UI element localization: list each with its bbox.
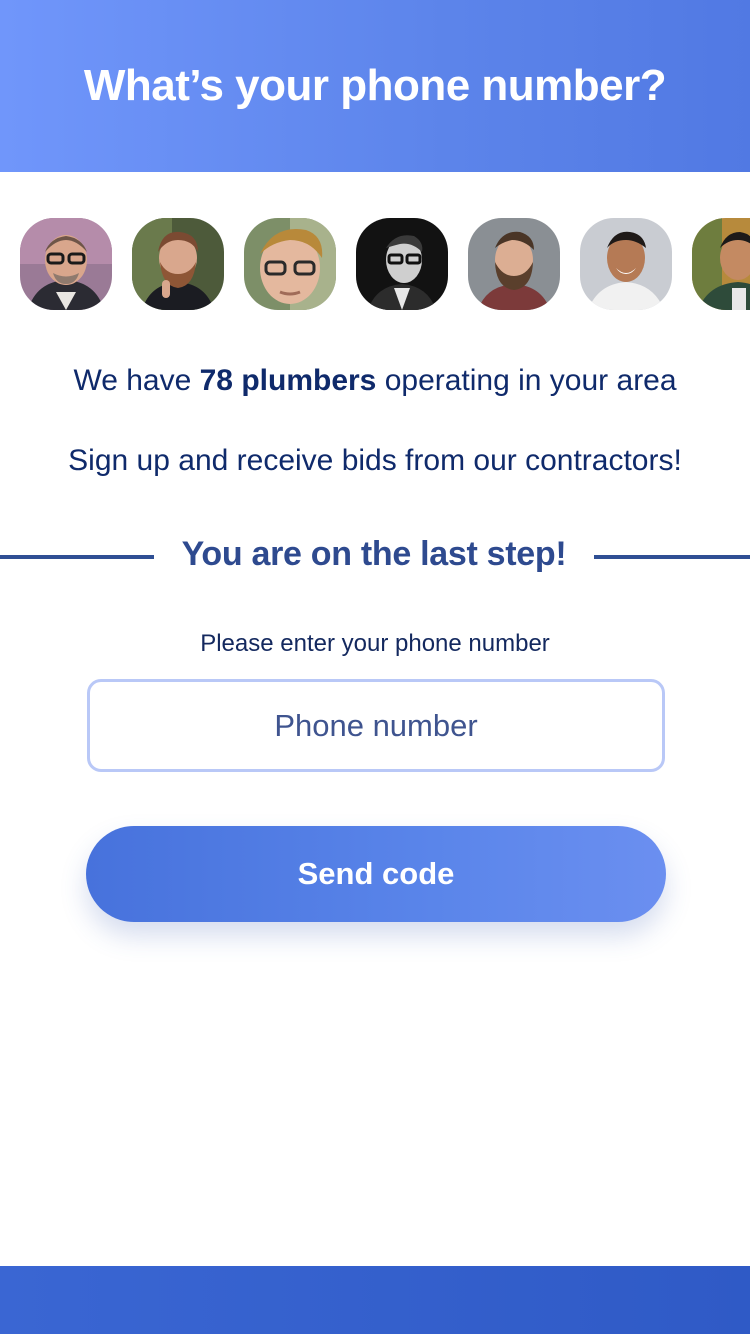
plumber-count-suffix: operating in your area xyxy=(376,364,677,397)
signup-text: Sign up and receive bids from our contra… xyxy=(68,444,682,477)
contractor-avatar-7 xyxy=(692,218,750,310)
last-step-title: You are on the last step! xyxy=(181,535,567,573)
contractor-avatar-3 xyxy=(244,218,336,310)
header: What’s your phone number? xyxy=(0,0,750,172)
plumber-count-highlight: 78 plumbers xyxy=(199,364,377,397)
contractor-avatar-4 xyxy=(356,218,448,310)
plumber-count-prefix: We have xyxy=(73,364,200,397)
phone-number-input[interactable] xyxy=(87,679,665,772)
contractor-avatar-strip xyxy=(20,218,750,310)
send-code-button[interactable]: Send code xyxy=(86,826,666,922)
page-title: What’s your phone number? xyxy=(83,61,667,110)
contractor-avatar-5 xyxy=(468,218,560,310)
plumber-count-text: We have 78 plumbers operating in your ar… xyxy=(0,364,750,398)
contractor-avatar-6 xyxy=(580,218,672,310)
contractor-avatar-2 xyxy=(132,218,224,310)
divider-line-right xyxy=(594,555,750,559)
phone-prompt-label: Please enter your phone number xyxy=(200,630,550,657)
contractor-avatar-1 xyxy=(20,218,112,310)
last-step-divider: You are on the last step! xyxy=(0,530,750,584)
footer-bar xyxy=(0,1266,750,1334)
divider-line-left xyxy=(0,555,154,559)
phone-signup-screen: What’s your phone number? We have 78 plu… xyxy=(0,0,750,1334)
